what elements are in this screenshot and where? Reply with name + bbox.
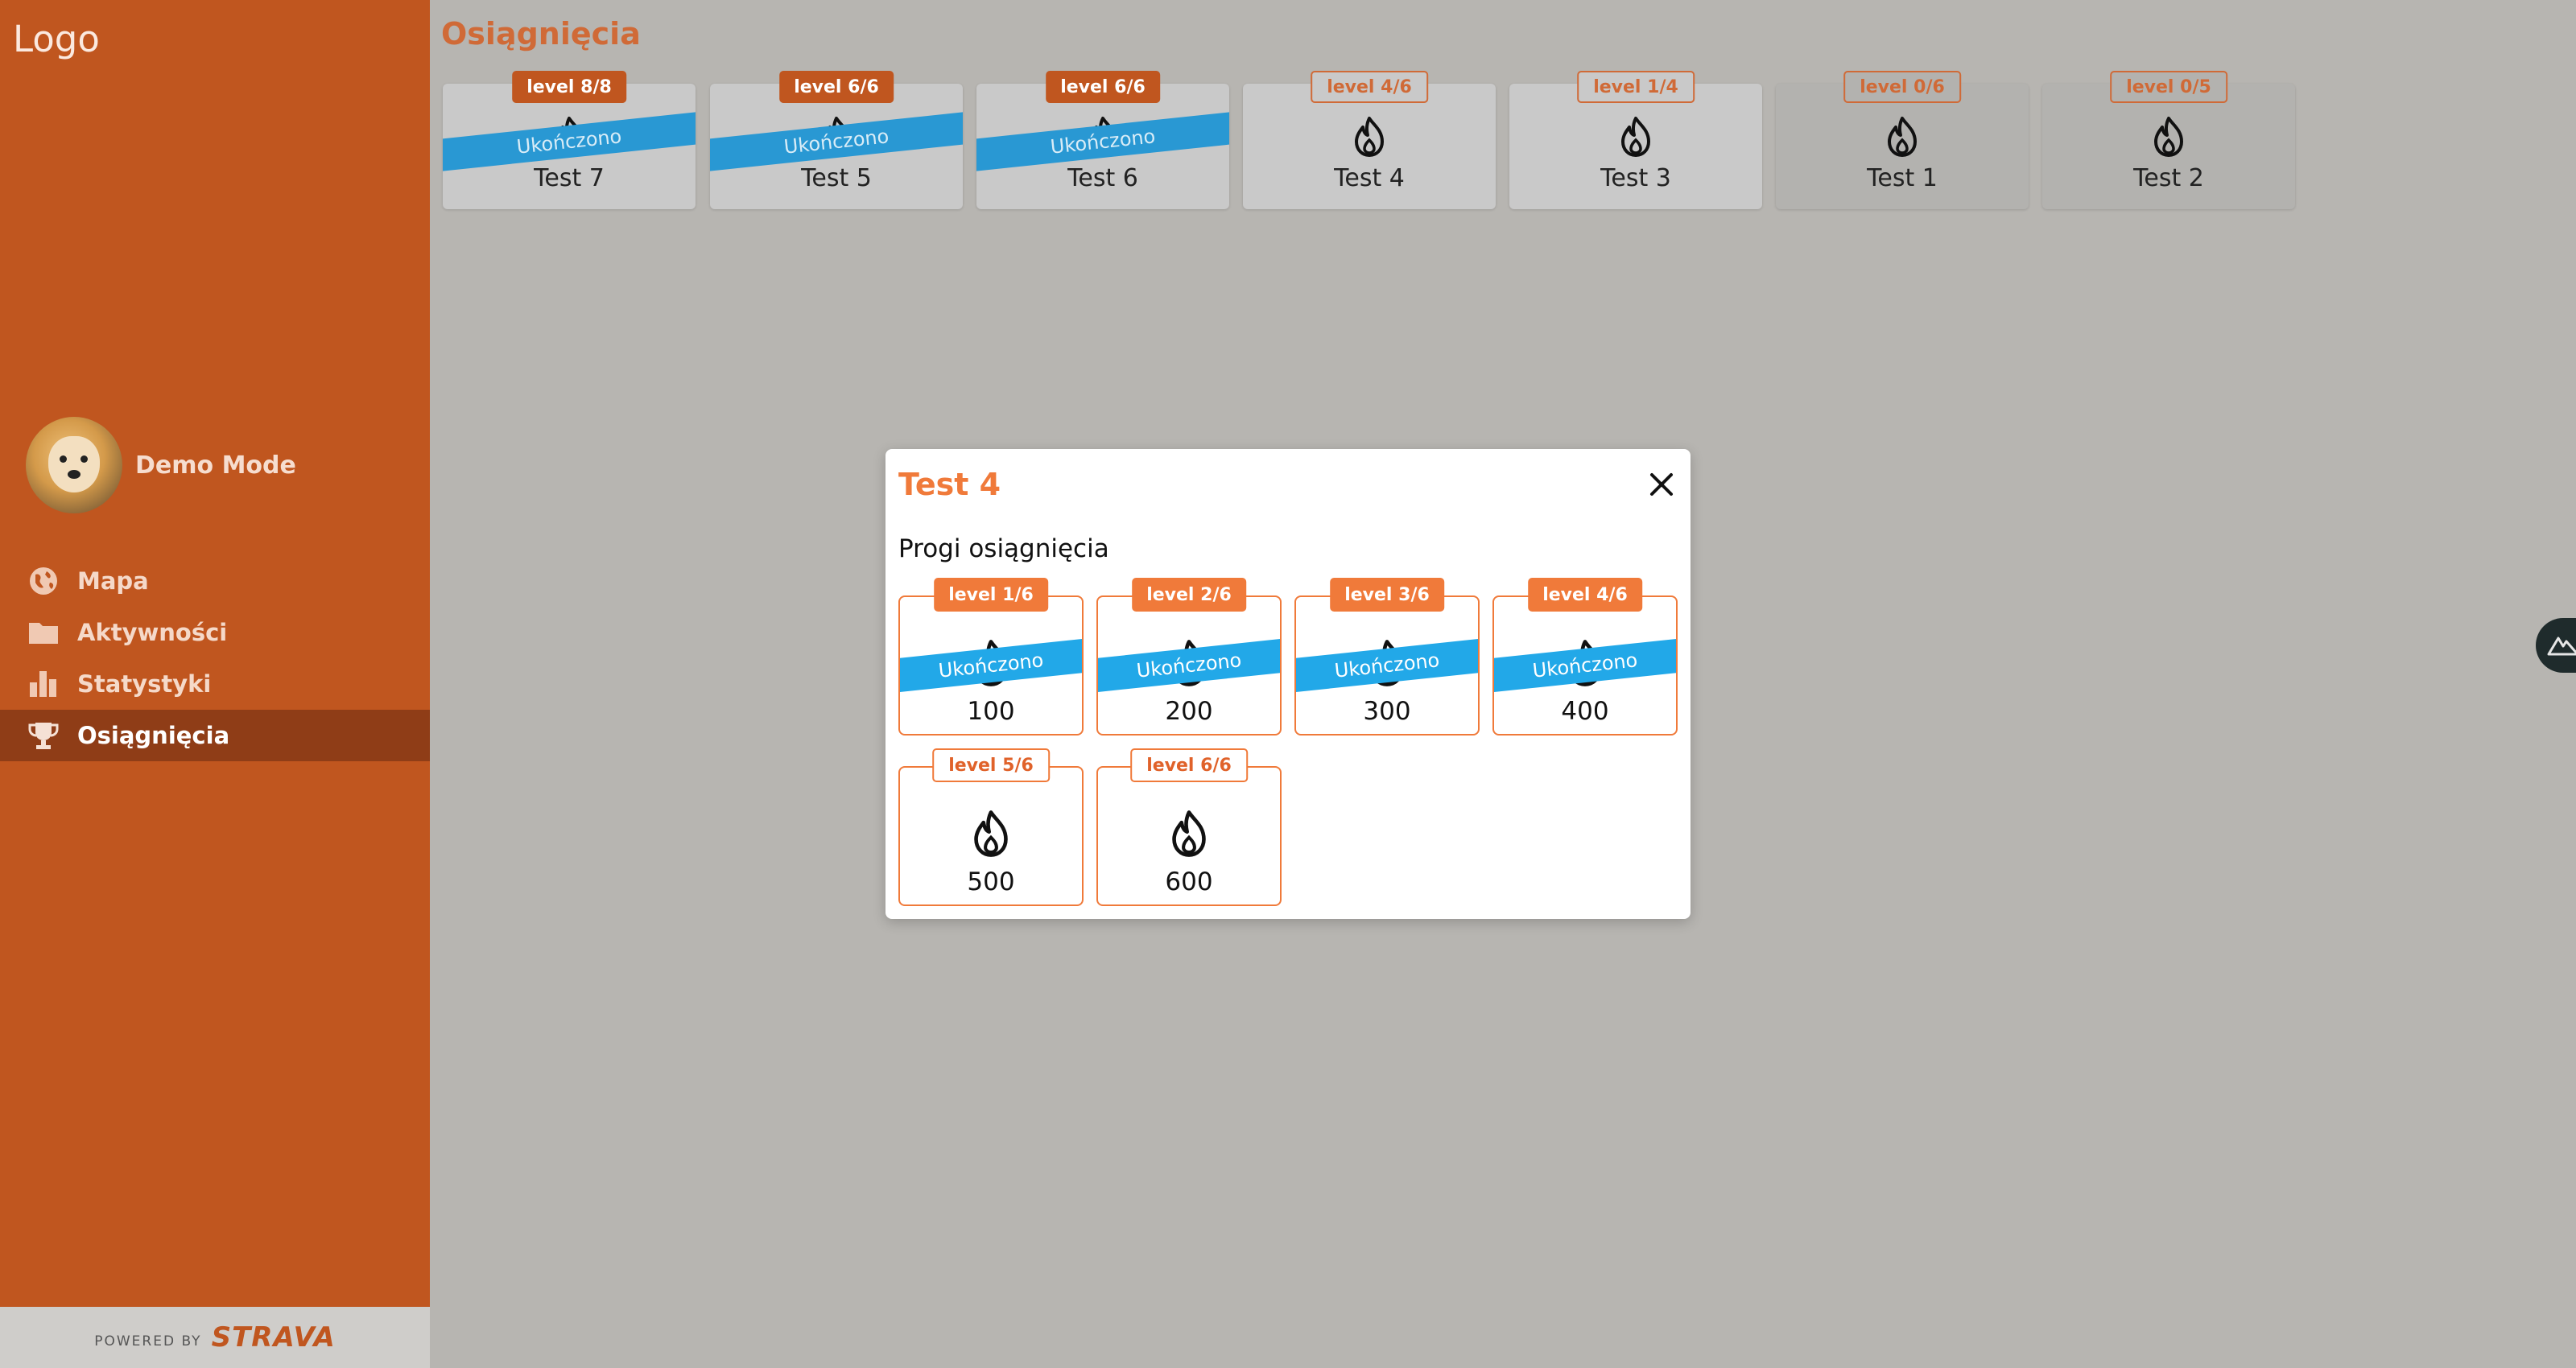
user-name: Demo Mode (135, 451, 296, 480)
achievement-card-test-4[interactable]: level 4/6 Test 4 (1243, 71, 1496, 209)
globe-icon (30, 567, 57, 595)
sidebar-item-label: Aktywności (77, 619, 228, 646)
flame-icon (1888, 117, 1917, 157)
sidebar-item-aktywnosci[interactable]: Aktywności (0, 607, 430, 658)
level-badge: level 6/6 (1130, 748, 1248, 782)
achievement-card-test-2[interactable]: level 0/5 Test 2 (2042, 71, 2295, 209)
tier-value: 500 (967, 867, 1015, 896)
sidebar-item-label: Statystyki (77, 670, 212, 698)
flame-icon (1355, 117, 1384, 157)
achievement-card-test-5[interactable]: level 6/6 Ukończono Test 5 (710, 71, 963, 209)
card-title: Test 6 (1067, 164, 1138, 192)
tier-card[interactable]: level 2/6 Ukończono 200 (1096, 578, 1282, 736)
level-badge: level 1/4 (1577, 71, 1695, 103)
achievement-card-test-6[interactable]: level 6/6 Ukończono Test 6 (976, 71, 1229, 209)
tier-value: 600 (1165, 867, 1213, 896)
powered-by-strava[interactable]: POWERED BY STRAVA (0, 1307, 430, 1368)
level-badge: level 0/6 (1843, 71, 1961, 103)
devtools-toggle-button[interactable] (2536, 618, 2576, 673)
level-badge: level 0/5 (2110, 71, 2227, 103)
close-icon[interactable] (1647, 470, 1676, 499)
sidebar-item-mapa[interactable]: Mapa (0, 555, 430, 607)
tier-card[interactable]: level 3/6 Ukończono 300 (1294, 578, 1480, 736)
tier-card[interactable]: level 6/6 600 (1096, 748, 1282, 906)
sidebar-item-label: Mapa (77, 567, 149, 595)
trophy-icon (28, 723, 59, 749)
level-badge: level 6/6 (1046, 71, 1160, 103)
card-title: Test 4 (1334, 164, 1405, 192)
flame-icon (1172, 810, 1206, 857)
modal-subtitle: Progi osiągnięcia (898, 534, 1109, 563)
logo[interactable]: Logo (13, 18, 100, 60)
tier-card[interactable]: level 4/6 Ukończono 400 (1492, 578, 1678, 736)
level-badge: level 3/6 (1330, 578, 1444, 612)
level-badge: level 4/6 (1311, 71, 1428, 103)
flame-icon (1621, 117, 1650, 157)
card-title: Test 2 (2133, 164, 2204, 192)
card-title: Test 5 (801, 164, 872, 192)
sidebar-nav: Mapa Aktywności Statystyki Osiągnięcia (0, 555, 430, 761)
user-profile[interactable]: Demo Mode (26, 417, 296, 513)
avatar (26, 417, 122, 513)
level-badge: level 1/6 (934, 578, 1048, 612)
page-title: Osiągnięcia (441, 16, 641, 52)
tier-card[interactable]: level 5/6 500 (898, 748, 1084, 906)
sidebar: Logo Demo Mode Mapa Aktywności Statystyk… (0, 0, 430, 1368)
flame-icon (2154, 117, 2183, 157)
achievement-card-test-7[interactable]: level 8/8 Ukończono Test 7 (443, 71, 696, 209)
tier-card[interactable]: level 1/6 Ukończono 100 (898, 578, 1084, 736)
tier-value: 200 (1165, 697, 1213, 726)
achievement-card-test-1[interactable]: level 0/6 Test 1 (1776, 71, 2029, 209)
card-title: Test 3 (1600, 164, 1671, 192)
sidebar-item-statystyki[interactable]: Statystyki (0, 658, 430, 710)
flame-icon (974, 810, 1008, 857)
tier-value: 100 (967, 697, 1015, 726)
card-title: Test 7 (534, 164, 605, 192)
level-badge: level 5/6 (932, 748, 1050, 782)
modal-title: Test 4 (898, 467, 1001, 502)
sidebar-item-osiagniecia[interactable]: Osiągnięcia (0, 710, 430, 761)
card-title: Test 1 (1867, 164, 1938, 192)
powered-by-text: POWERED BY (94, 1333, 202, 1349)
sidebar-item-label: Osiągnięcia (77, 722, 230, 749)
folder-icon (29, 623, 58, 644)
level-badge: level 4/6 (1528, 578, 1642, 612)
strava-logo: STRAVA (211, 1321, 336, 1354)
level-badge: level 8/8 (512, 71, 626, 103)
bar-chart-icon (30, 671, 56, 697)
nuxt-icon (2547, 637, 2576, 656)
achievement-modal: Test 4 Progi osiągnięcia level 1/6 Ukońc… (886, 449, 1690, 919)
achievement-card-test-3[interactable]: level 1/4 Test 3 (1509, 71, 1762, 209)
tier-value: 400 (1561, 697, 1609, 726)
level-badge: level 2/6 (1132, 578, 1246, 612)
tier-value: 300 (1363, 697, 1411, 726)
level-badge: level 6/6 (779, 71, 894, 103)
